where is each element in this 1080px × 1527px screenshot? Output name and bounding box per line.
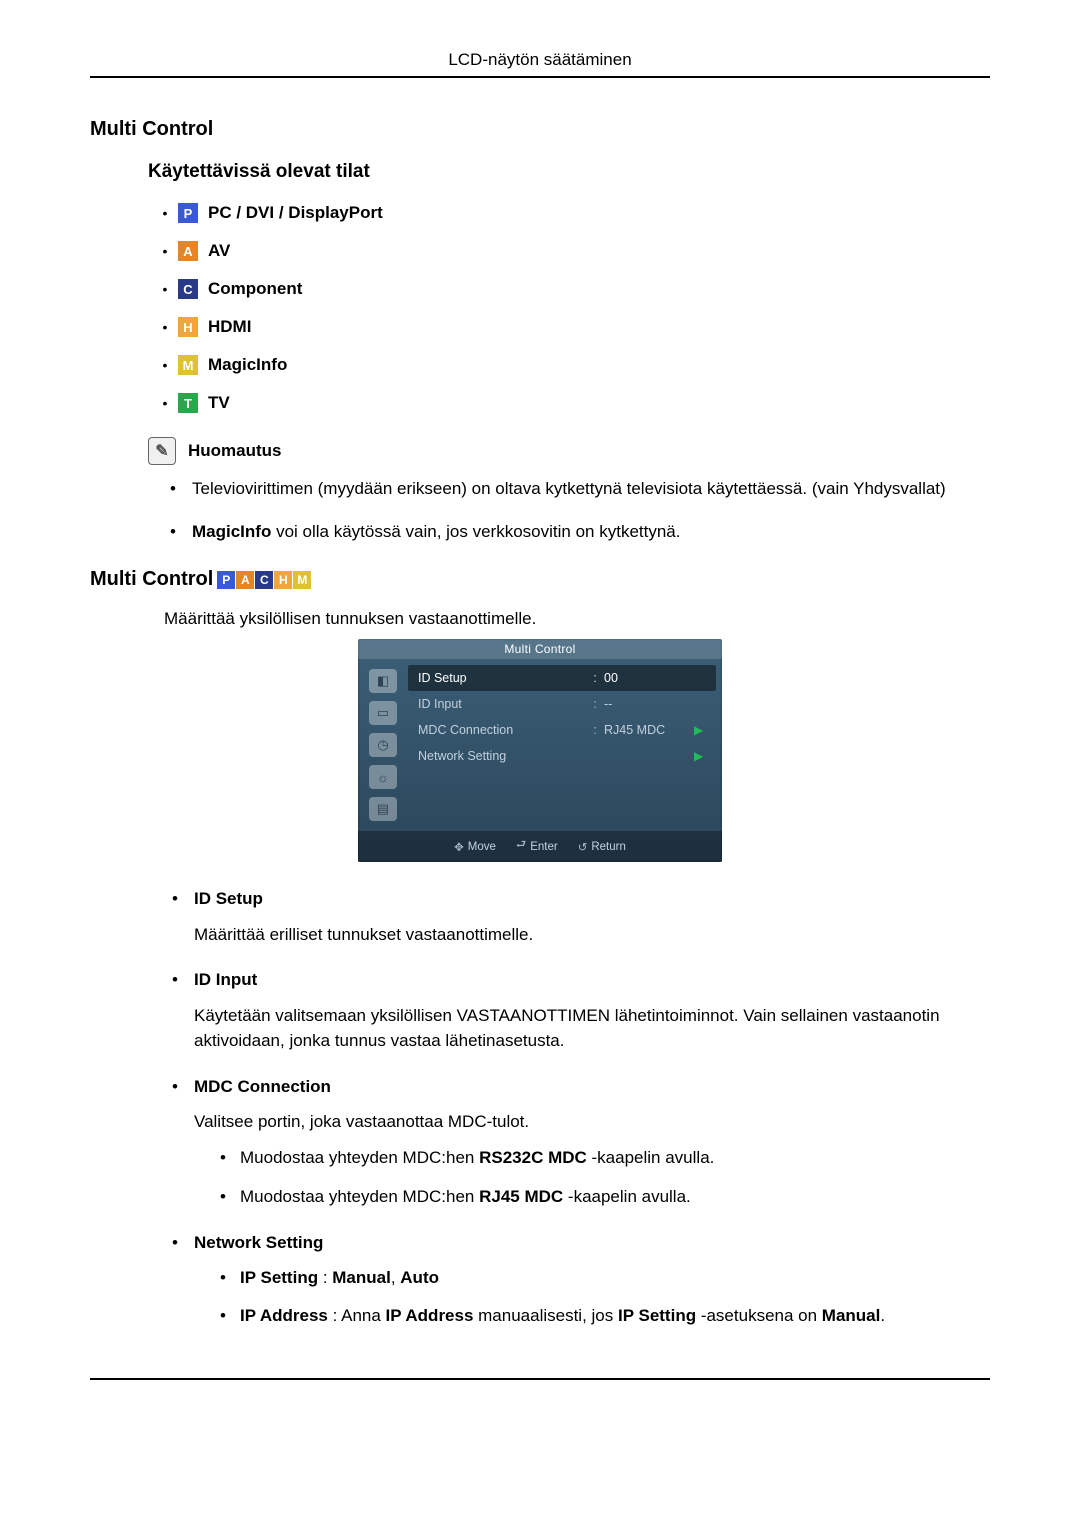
def-network-setting: Network Setting IP Setting : Manual, Aut… bbox=[164, 1230, 990, 1329]
osd-rows: ID Setup : 00 ID Input : -- MDC Connecti… bbox=[408, 659, 722, 831]
mode-item-hdmi: • H HDMI bbox=[162, 317, 990, 337]
divider-top bbox=[90, 76, 990, 78]
bullet-icon: • bbox=[162, 205, 168, 221]
osd-footer: ✥Move ⮐Enter ↺Return bbox=[358, 831, 722, 862]
osd-panel: Multi Control ◧ ▭ ◷ ☼ ▤ ID Setup : 00 bbox=[358, 639, 722, 862]
enter-icon: ⮐ bbox=[516, 837, 526, 856]
mdc-sub-list: Muodostaa yhteyden MDC:hen RS232C MDC -k… bbox=[212, 1145, 990, 1210]
mode-icon-c: C bbox=[178, 279, 198, 299]
osd-sidebar: ◧ ▭ ◷ ☼ ▤ bbox=[358, 659, 408, 831]
mode-icon-a: A bbox=[236, 571, 254, 589]
note-list: Televiovirittimen (myydään erikseen) on … bbox=[162, 477, 990, 544]
mode-label: MagicInfo bbox=[208, 355, 287, 375]
mode-label: Component bbox=[208, 279, 302, 299]
bullet-icon: • bbox=[162, 281, 168, 297]
mode-icon-a: A bbox=[178, 241, 198, 261]
arrow-right-icon: ▶ bbox=[694, 723, 706, 737]
osd-side-icon-multi: ▤ bbox=[369, 797, 397, 821]
mode-label: AV bbox=[208, 241, 230, 261]
network-sub-ip-address: IP Address : Anna IP Address manuaalises… bbox=[212, 1303, 990, 1329]
mode-label: PC / DVI / DisplayPort bbox=[208, 203, 383, 223]
osd-row-mdc-connection[interactable]: MDC Connection : RJ45 MDC ▶ bbox=[408, 717, 716, 743]
note-item-tv-tuner: Televiovirittimen (myydään erikseen) on … bbox=[162, 477, 990, 502]
def-id-setup: ID Setup Määrittää erilliset tunnukset v… bbox=[164, 886, 990, 947]
modes-list: • P PC / DVI / DisplayPort • A AV • C Co… bbox=[162, 203, 990, 413]
mode-label: HDMI bbox=[208, 317, 251, 337]
bullet-icon: • bbox=[162, 243, 168, 259]
section-description: Määrittää yksilöllisen tunnuksen vastaan… bbox=[164, 609, 990, 629]
osd-side-icon-setting: ☼ bbox=[369, 765, 397, 789]
section-heading-multi-control-2: Multi Control bbox=[90, 568, 213, 591]
note-icon: ✎ bbox=[148, 437, 176, 465]
arrow-right-icon: ▶ bbox=[694, 749, 706, 763]
mode-item-tv: • T TV bbox=[162, 393, 990, 413]
bullet-icon: • bbox=[162, 395, 168, 411]
mode-icon-t: T bbox=[178, 393, 198, 413]
mode-label: TV bbox=[208, 393, 230, 413]
mode-icon-p: P bbox=[178, 203, 198, 223]
mode-icon-h: H bbox=[274, 571, 292, 589]
move-icon: ✥ bbox=[454, 840, 464, 854]
bullet-icon: • bbox=[162, 357, 168, 373]
mode-icon-p: P bbox=[217, 571, 235, 589]
mode-item-pc: • P PC / DVI / DisplayPort bbox=[162, 203, 990, 223]
osd-title: Multi Control bbox=[358, 639, 722, 659]
definitions-list: ID Setup Määrittää erilliset tunnukset v… bbox=[164, 886, 990, 1328]
osd-row-id-input[interactable]: ID Input : -- bbox=[408, 691, 716, 717]
osd-row-id-setup[interactable]: ID Setup : 00 bbox=[408, 665, 716, 691]
mode-icon-m: M bbox=[178, 355, 198, 375]
mode-icon-m: M bbox=[293, 571, 311, 589]
mode-icon-c: C bbox=[255, 571, 273, 589]
mode-item-component: • C Component bbox=[162, 279, 990, 299]
page-header: LCD-näytön säätäminen bbox=[90, 50, 990, 70]
divider-bottom bbox=[90, 1378, 990, 1380]
mdc-sub-rj45: Muodostaa yhteyden MDC:hen RJ45 MDC -kaa… bbox=[212, 1184, 990, 1210]
osd-row-network-setting[interactable]: Network Setting ▶ bbox=[408, 743, 716, 769]
applicable-modes-icons: P A C H M bbox=[217, 571, 311, 589]
note-item-magicinfo: MagicInfo voi olla käytössä vain, jos ve… bbox=[162, 520, 990, 545]
network-sub-ip-setting: IP Setting : Manual, Auto bbox=[212, 1265, 990, 1291]
bullet-icon: • bbox=[162, 319, 168, 335]
osd-side-icon-screen: ▭ bbox=[369, 701, 397, 725]
osd-side-icon-time: ◷ bbox=[369, 733, 397, 757]
mode-item-magicinfo: • M MagicInfo bbox=[162, 355, 990, 375]
mode-icon-h: H bbox=[178, 317, 198, 337]
def-mdc-connection: MDC Connection Valitsee portin, joka vas… bbox=[164, 1074, 990, 1210]
section-heading-multi-control: Multi Control bbox=[90, 118, 990, 141]
mdc-sub-rs232c: Muodostaa yhteyden MDC:hen RS232C MDC -k… bbox=[212, 1145, 990, 1171]
osd-side-icon-picture: ◧ bbox=[369, 669, 397, 693]
network-sub-list: IP Setting : Manual, Auto IP Address : A… bbox=[212, 1265, 990, 1328]
return-icon: ↺ bbox=[578, 840, 588, 854]
subheading-modes: Käytettävissä olevat tilat bbox=[148, 161, 990, 183]
note-label: Huomautus bbox=[188, 441, 282, 461]
mode-item-av: • A AV bbox=[162, 241, 990, 261]
def-id-input: ID Input Käytetään valitsemaan yksilölli… bbox=[164, 967, 990, 1054]
